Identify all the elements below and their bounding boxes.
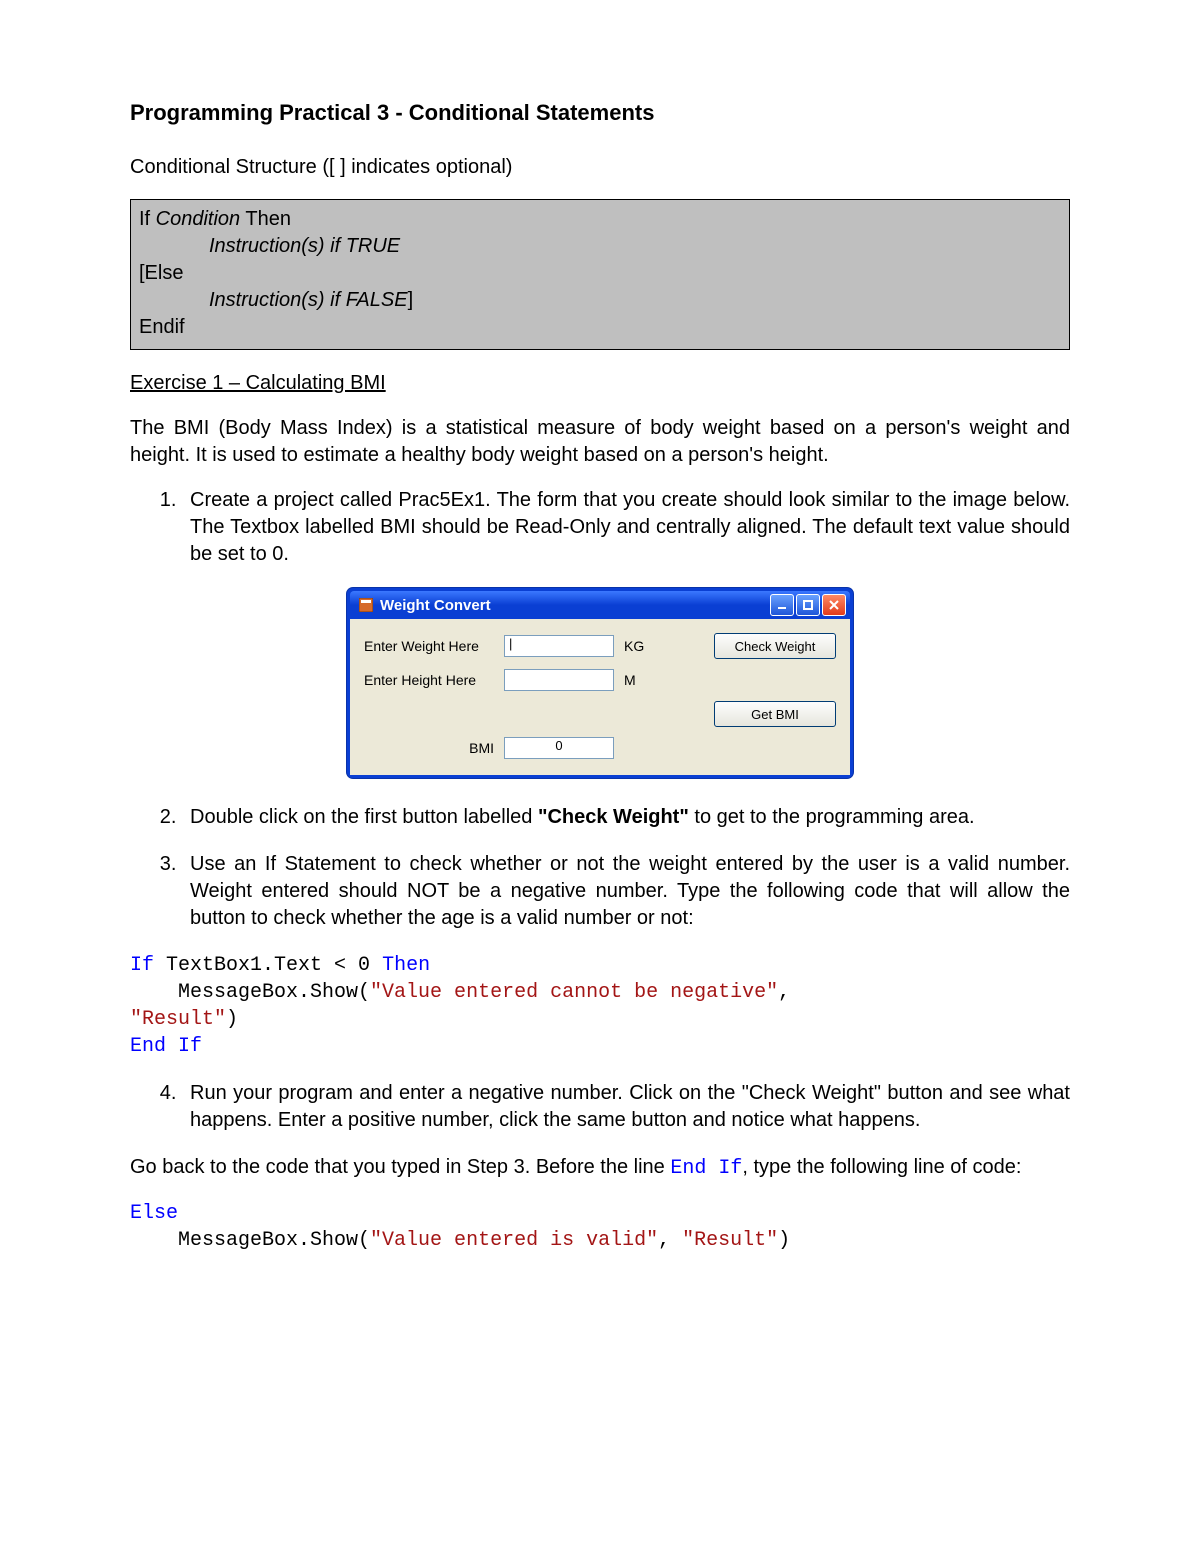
code2-t2: ,	[658, 1229, 682, 1252]
close-button[interactable]	[822, 594, 846, 616]
step-2: Double click on the first button labelle…	[182, 804, 1070, 831]
weight-convert-window: Weight Convert Enter Weight Here |	[347, 588, 853, 778]
step-2c: to get to the programming area.	[689, 806, 975, 828]
minimize-button[interactable]	[770, 594, 794, 616]
syntax-true: Instruction(s) if TRUE	[139, 233, 1061, 260]
step-1: Create a project called Prac5Ex1. The fo…	[182, 487, 1070, 568]
syntax-if: If	[139, 208, 156, 230]
bmi-output: 0	[504, 737, 614, 759]
weight-input[interactable]: |	[504, 635, 614, 657]
code2-t3: )	[778, 1229, 790, 1252]
page-title: Programming Practical 3 - Conditional St…	[130, 100, 1070, 126]
unit-kg: KG	[624, 638, 650, 654]
height-input[interactable]	[504, 669, 614, 691]
label-bmi: BMI	[364, 740, 494, 756]
code1-s1: "Value entered cannot be negative"	[370, 981, 778, 1004]
step-2-bold: "Check Weight"	[538, 806, 689, 828]
between-text: Go back to the code that you typed in St…	[130, 1154, 1070, 1182]
titlebar[interactable]: Weight Convert	[350, 591, 850, 619]
between-endif: End If	[670, 1157, 742, 1180]
code1-if: If	[130, 954, 154, 977]
code1-t2: MessageBox.Show(	[130, 981, 370, 1004]
code1-then: Then	[382, 954, 430, 977]
code2-s1: "Value entered is valid"	[370, 1229, 658, 1252]
code2-else: Else	[130, 1202, 178, 1225]
label-weight: Enter Weight Here	[364, 638, 494, 654]
intro-text: Conditional Structure ([ ] indicates opt…	[130, 154, 1070, 181]
syntax-bracket: ]	[408, 289, 414, 311]
between-c: , type the following line of code:	[742, 1156, 1021, 1178]
code1-s2: "Result"	[130, 1008, 226, 1031]
get-bmi-button[interactable]: Get BMI	[714, 701, 836, 727]
code1-t1: TextBox1.Text < 0	[154, 954, 382, 977]
syntax-then: Then	[240, 208, 291, 230]
code1-end: End If	[130, 1035, 202, 1058]
step-4: Run your program and enter a negative nu…	[182, 1080, 1070, 1134]
form-icon	[358, 597, 374, 613]
maximize-button[interactable]	[796, 594, 820, 616]
syntax-condition: Condition	[156, 208, 241, 230]
syntax-box: If Condition Then Instruction(s) if TRUE…	[130, 199, 1070, 350]
code1-t4: )	[226, 1008, 238, 1031]
code2-s2: "Result"	[682, 1229, 778, 1252]
window-title: Weight Convert	[380, 597, 770, 614]
between-a: Go back to the code that you typed in St…	[130, 1156, 670, 1178]
code1-t3: ,	[778, 981, 790, 1004]
step-2a: Double click on the first button labelle…	[190, 806, 538, 828]
unit-m: M	[624, 672, 650, 688]
code2-t1: MessageBox.Show(	[130, 1229, 370, 1252]
exercise-1-desc: The BMI (Body Mass Index) is a statistic…	[130, 415, 1070, 469]
exercise-1-heading: Exercise 1 – Calculating BMI	[130, 372, 1070, 395]
syntax-false: Instruction(s) if FALSE	[209, 289, 408, 311]
code-block-2: Else MessageBox.Show("Value entered is v…	[130, 1200, 1070, 1254]
label-height: Enter Height Here	[364, 672, 494, 688]
step-3: Use an If Statement to check whether or …	[182, 851, 1070, 932]
code-block-1: If TextBox1.Text < 0 Then MessageBox.Sho…	[130, 952, 1070, 1060]
check-weight-button[interactable]: Check Weight	[714, 633, 836, 659]
syntax-endif: Endif	[139, 314, 1061, 341]
syntax-else: [Else	[139, 260, 1061, 287]
